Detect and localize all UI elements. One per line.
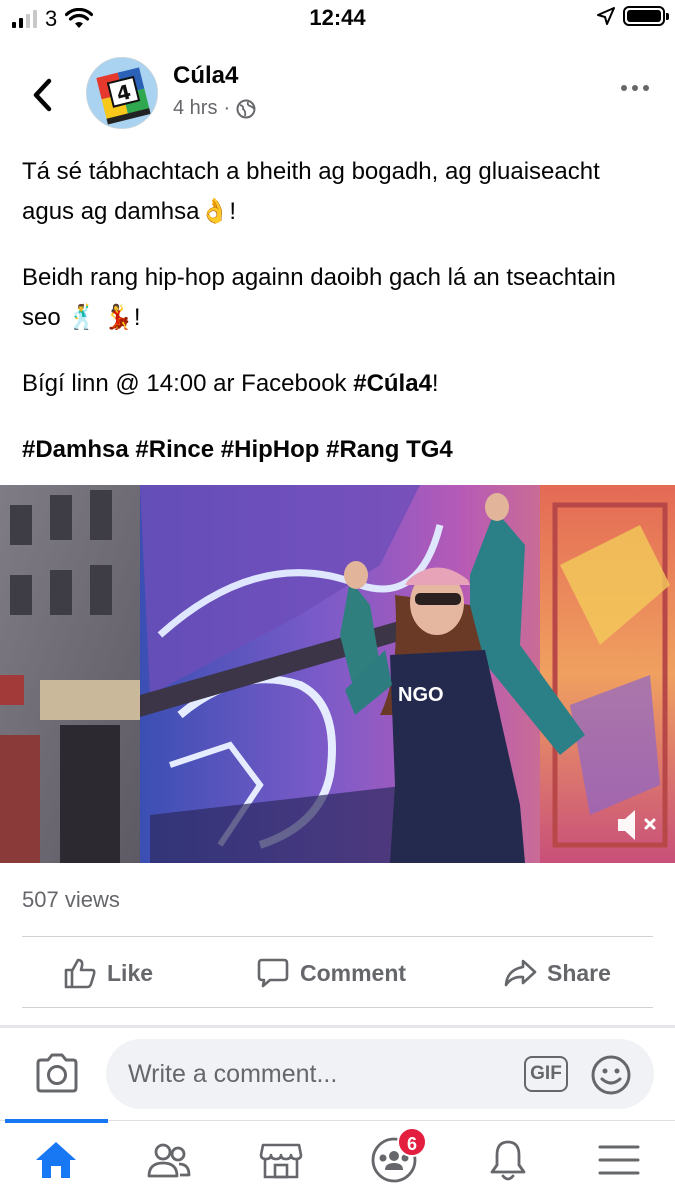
tab-home[interactable]: [29, 1135, 83, 1185]
comment-label: Comment: [300, 959, 407, 986]
bell-icon: [490, 1140, 526, 1181]
hashtags[interactable]: #Damhsa #Rince #HipHop #Rang TG4: [22, 430, 657, 470]
post-video[interactable]: NGO: [0, 485, 675, 863]
view-count: 507 views: [22, 887, 120, 912]
more-icon: [621, 85, 627, 91]
post-header: 4 Cúla4 4 hrs ·: [0, 55, 675, 135]
post-paragraph: Bígí linn @ 14:00 ar Facebook #Cúla4!: [22, 370, 439, 397]
mute-icon: [618, 810, 656, 840]
mute-button[interactable]: [615, 807, 661, 843]
clock: 12:44: [309, 5, 366, 30]
like-button[interactable]: Like: [63, 945, 153, 1001]
comment-placeholder: Write a comment...: [128, 1060, 338, 1088]
shirt-print: NGO: [398, 684, 444, 706]
comment-button[interactable]: Comment: [256, 945, 406, 1001]
tab-groups[interactable]: 6: [367, 1127, 427, 1185]
post-actions: Like Comment Share: [0, 945, 675, 1001]
page-avatar[interactable]: 4: [86, 57, 158, 129]
hashtag-link[interactable]: #Cúla4: [353, 370, 432, 397]
camera-button[interactable]: [34, 1052, 80, 1094]
emoji-icon: [591, 1055, 631, 1095]
tab-friends[interactable]: [142, 1135, 196, 1185]
back-icon: [33, 78, 52, 112]
bottom-nav: 6: [0, 1119, 675, 1200]
comment-input[interactable]: Write a comment... GIF: [106, 1039, 654, 1109]
post-meta: 4 hrs ·: [173, 97, 256, 120]
home-icon: [36, 1142, 76, 1178]
friends-icon: [147, 1143, 191, 1178]
tab-notifications[interactable]: [481, 1135, 535, 1185]
tab-marketplace[interactable]: [254, 1135, 308, 1185]
like-icon: [64, 958, 96, 989]
comment-icon: [257, 958, 289, 988]
status-bar: 3 12:44: [0, 0, 675, 40]
video-frame: NGO: [0, 485, 675, 863]
marketplace-icon: [259, 1143, 303, 1179]
globe-icon: [236, 99, 256, 118]
page-name[interactable]: Cúla4: [173, 62, 238, 90]
tab-menu[interactable]: [592, 1135, 646, 1185]
ok-hand-emoji: 👌: [199, 198, 230, 225]
post-text: Tá sé tábhachtach a bheith ag bogadh, ag…: [22, 152, 657, 496]
post-time[interactable]: 4 hrs: [173, 97, 217, 120]
share-icon: [504, 959, 537, 987]
battery-icon: [623, 6, 669, 26]
active-tab-indicator: [5, 1119, 108, 1123]
post-paragraph: Tá sé tábhachtach a bheith ag bogadh, ag…: [22, 158, 600, 225]
post-paragraph: Beidh rang hip-hop againn daoibh gach lá…: [22, 264, 616, 331]
like-label: Like: [107, 959, 154, 986]
share-button[interactable]: Share: [503, 945, 611, 1001]
back-button[interactable]: [22, 73, 62, 117]
dancer-emoji: 🕺 💃: [67, 304, 134, 331]
menu-icon: [598, 1145, 640, 1175]
divider: [22, 936, 653, 937]
camera-icon: [36, 1053, 78, 1093]
groups-badge: 6: [397, 1127, 427, 1157]
page-logo: 4: [87, 58, 157, 128]
status-right: [597, 6, 669, 26]
more-options-button[interactable]: [621, 85, 649, 91]
comment-composer: Write a comment... GIF: [0, 1036, 675, 1112]
gif-button[interactable]: GIF: [524, 1056, 568, 1092]
location-icon: [597, 7, 615, 25]
divider: [22, 1007, 653, 1008]
share-label: Share: [547, 959, 611, 986]
emoji-button[interactable]: [590, 1054, 632, 1096]
meta-separator: ·: [223, 97, 231, 119]
section-separator: [0, 1025, 675, 1028]
